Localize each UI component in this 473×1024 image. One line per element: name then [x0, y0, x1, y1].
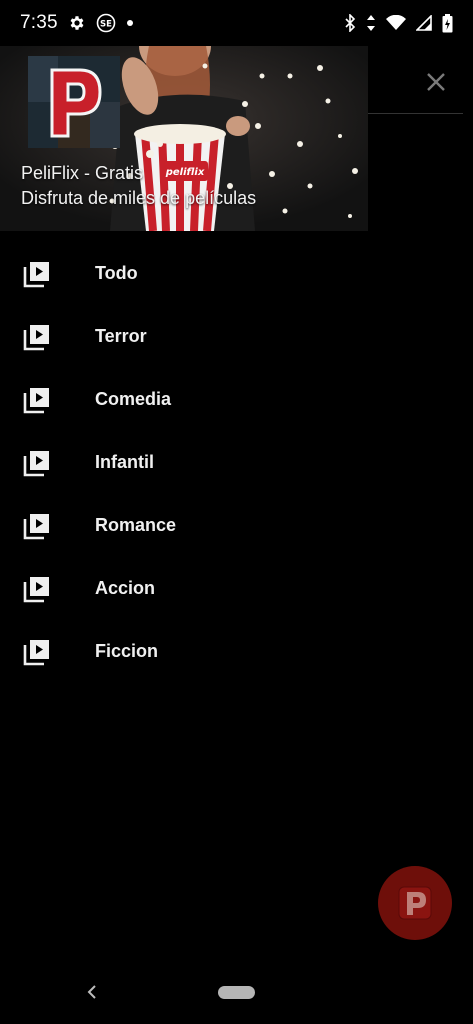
- menu-item-comedia[interactable]: Comedia: [0, 368, 368, 431]
- menu-item-label: Ficcion: [95, 641, 159, 661]
- navigation-drawer: peliflix PeliFlix - Gratis Disfruta de m…: [0, 46, 368, 976]
- menu-item-ficcion[interactable]: Ficcion: [0, 620, 368, 683]
- dot-icon: [126, 19, 134, 27]
- app-logo: [28, 56, 120, 148]
- menu-item-label: Accion: [95, 578, 156, 598]
- status-time: 7:35: [20, 12, 58, 33]
- menu-item-label: Terror: [95, 326, 147, 346]
- gear-icon: [68, 14, 86, 32]
- menu-item-todo[interactable]: Todo: [0, 242, 368, 305]
- menu-item-accion[interactable]: Accion: [0, 557, 368, 620]
- menu-item-label: Todo: [95, 263, 138, 283]
- video-library-icon: [23, 324, 49, 350]
- svg-text:SE: SE: [100, 20, 112, 30]
- battery-icon: [442, 13, 453, 33]
- status-bar: 7:35 SE: [0, 0, 473, 46]
- app-logo-icon: [398, 886, 432, 920]
- close-icon: [427, 73, 445, 91]
- home-pill[interactable]: [218, 986, 255, 999]
- menu-item-label: Comedia: [95, 389, 172, 409]
- menu-item-terror[interactable]: Terror: [0, 305, 368, 368]
- data-arrows-icon: [366, 14, 376, 32]
- toolbar-divider: [368, 113, 463, 114]
- drawer-header: peliflix PeliFlix - Gratis Disfruta de m…: [0, 46, 368, 231]
- menu-item-romance[interactable]: Romance: [0, 494, 368, 557]
- status-right: [344, 13, 453, 33]
- category-menu: Todo Terror Comedia Infantil Romance Acc…: [0, 242, 368, 683]
- back-button[interactable]: [80, 980, 104, 1004]
- menu-item-infantil[interactable]: Infantil: [0, 431, 368, 494]
- menu-item-label: Infantil: [95, 452, 154, 472]
- drawer-subtitle: Disfruta de miles de películas: [21, 188, 257, 208]
- system-nav-bar: [0, 976, 473, 1024]
- video-library-icon: [23, 387, 49, 413]
- video-library-icon: [23, 513, 49, 539]
- video-library-icon: [23, 576, 49, 602]
- wifi-icon: [386, 15, 406, 31]
- video-library-icon: [23, 261, 49, 287]
- signal-icon: [416, 15, 432, 31]
- drawer-title: PeliFlix - Gratis: [21, 163, 144, 183]
- video-library-icon: [23, 639, 49, 665]
- bluetooth-icon: [344, 14, 356, 32]
- status-left: 7:35 SE: [20, 12, 134, 34]
- fab-button[interactable]: [378, 866, 452, 940]
- video-library-icon: [23, 450, 49, 476]
- close-button[interactable]: [420, 66, 452, 98]
- menu-item-label: Romance: [95, 515, 177, 535]
- sim-se-icon: SE: [96, 13, 116, 33]
- popcorn-brand: peliflix: [165, 167, 205, 178]
- chevron-left-icon: [87, 985, 96, 999]
